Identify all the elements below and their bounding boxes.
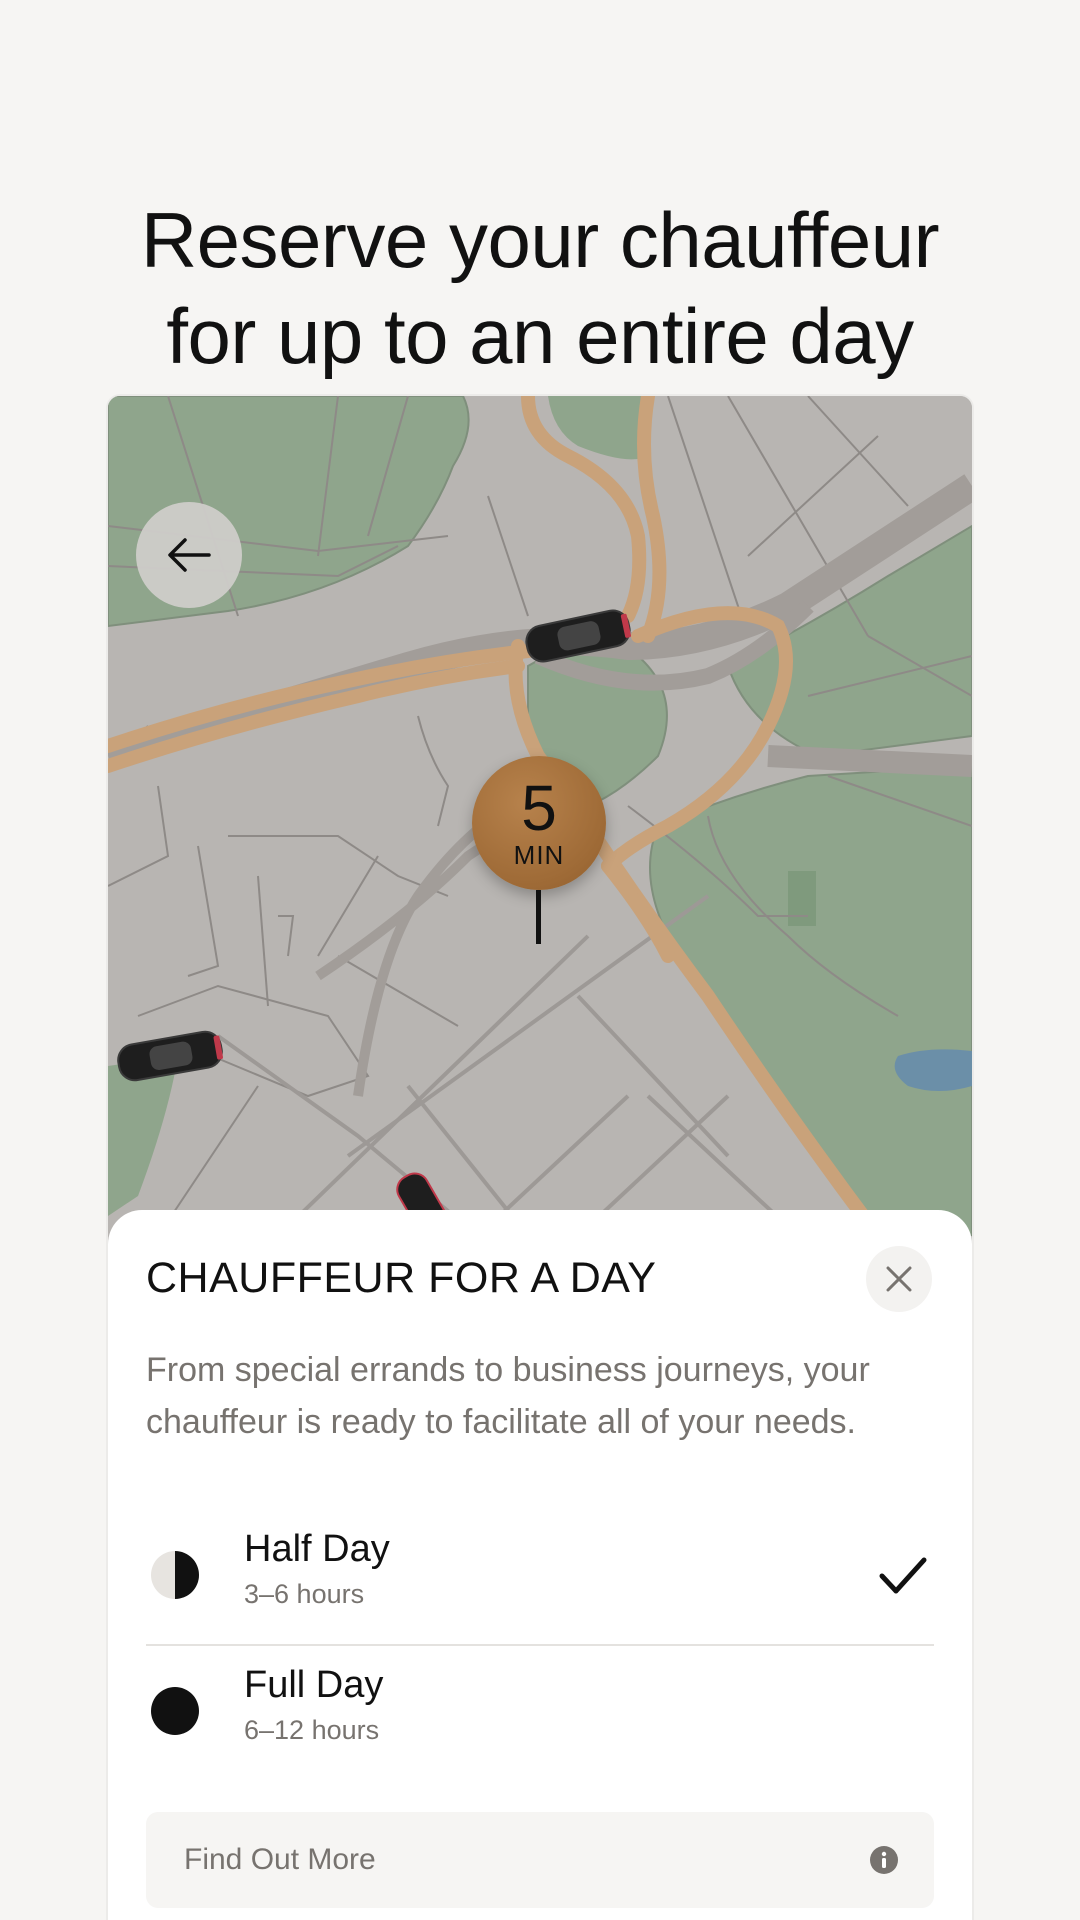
sheet-title: CHAUFFEUR FOR A DAY xyxy=(146,1254,657,1302)
phone-preview: 5 MIN CHAUFFEUR FOR A DAY From special e… xyxy=(108,396,972,1920)
bottom-sheet: CHAUFFEUR FOR A DAY From special errands… xyxy=(108,1210,972,1920)
info-icon xyxy=(870,1846,898,1874)
option-half-day[interactable]: Half Day 3–6 hours xyxy=(146,1510,934,1646)
eta-value: 5 xyxy=(521,772,557,844)
full-circle-icon xyxy=(151,1687,199,1735)
sheet-description: From special errands to business journey… xyxy=(146,1351,870,1441)
eta-unit: MIN xyxy=(513,840,565,870)
option-label: Half Day xyxy=(244,1528,390,1570)
page-title-line-1: Reserve your chauffeur xyxy=(140,196,940,285)
eta-pin: 5 MIN xyxy=(472,756,606,956)
option-label: Full Day xyxy=(244,1664,384,1706)
half-circle-icon xyxy=(151,1551,199,1599)
page-title-line-2: for up to an entire day xyxy=(166,292,914,381)
option-full-day[interactable]: Full Day 6–12 hours xyxy=(146,1646,934,1780)
eta-bubble: 5 MIN xyxy=(472,756,606,890)
highway xyxy=(767,745,972,777)
map-building xyxy=(788,871,816,926)
find-out-more-label: Find Out More xyxy=(184,1843,376,1876)
option-duration: 3–6 hours xyxy=(244,1579,365,1609)
option-duration: 6–12 hours xyxy=(244,1715,380,1745)
screen: Reserve your chauffeur for up to an enti… xyxy=(0,0,1080,1920)
back-button[interactable] xyxy=(136,502,242,608)
find-out-more-button[interactable]: Find Out More xyxy=(146,1812,934,1908)
page-title: Reserve your chauffeur for up to an enti… xyxy=(0,192,1080,384)
eta-pin-stem xyxy=(536,890,541,944)
checkmark-icon xyxy=(879,1557,927,1594)
close-icon xyxy=(886,1266,912,1292)
arrow-left-icon xyxy=(168,538,211,572)
close-button[interactable] xyxy=(866,1246,932,1312)
